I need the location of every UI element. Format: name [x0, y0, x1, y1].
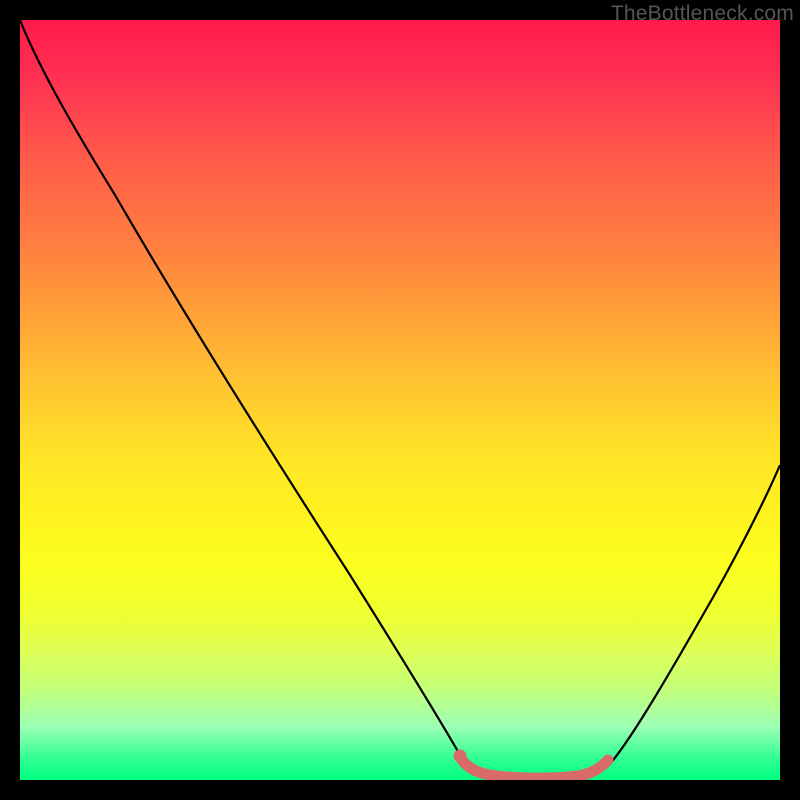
plot-area [20, 20, 780, 780]
chart-svg [20, 20, 780, 780]
chart-frame: TheBottleneck.com [0, 0, 800, 800]
optimal-point-marker [454, 750, 467, 763]
watermark-text: TheBottleneck.com [611, 2, 794, 26]
optimal-range-marker [462, 760, 608, 778]
bottleneck-curve [20, 20, 780, 779]
